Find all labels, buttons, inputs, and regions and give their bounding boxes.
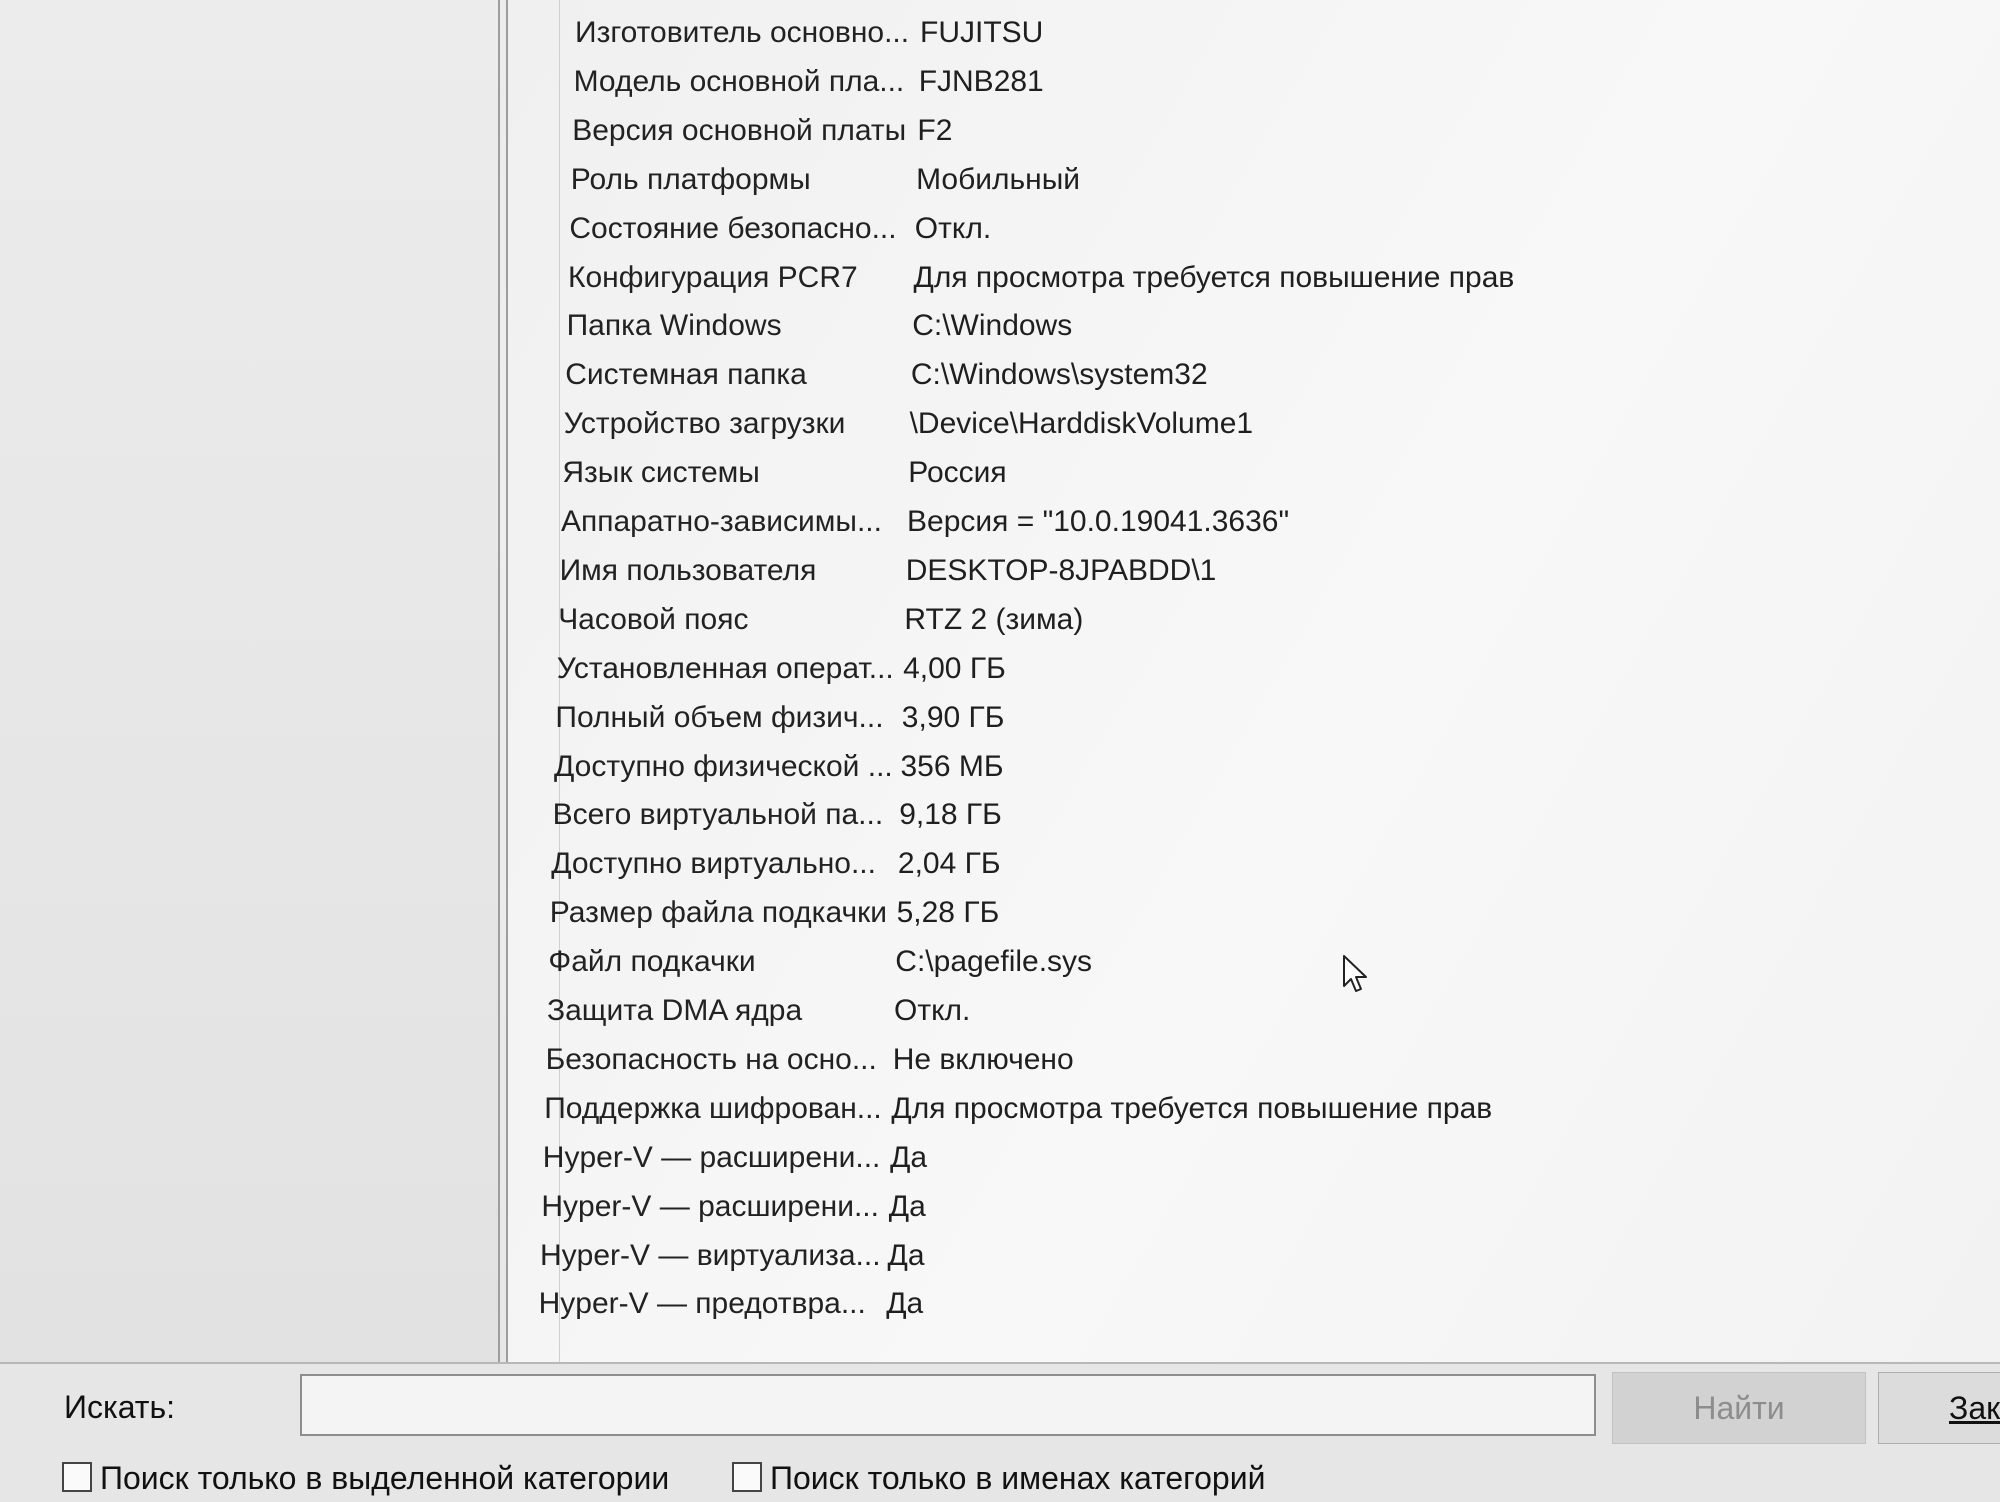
summary-item-name: Версия основной платы: [572, 113, 907, 147]
summary-item-value: Да: [888, 1189, 926, 1223]
summary-row[interactable]: Полный объем физич... 3,90 ГБ: [508, 693, 2000, 743]
summary-item-value: RTZ 2 (зима): [904, 602, 1084, 636]
summary-row[interactable]: Конфигурация PCR7 Для просмотра требуется…: [508, 253, 2000, 303]
mouse-pointer-icon: [1343, 955, 1367, 992]
summary-row[interactable]: Hyper-V — предотвра... Да: [508, 1279, 2000, 1329]
summary-row[interactable]: Безопасность на осно... Не включено: [508, 1035, 2000, 1085]
option-label: Поиск только в именах категорий: [770, 1460, 1266, 1496]
summary-item-value: Для просмотра требуется повышение прав: [891, 1091, 1493, 1125]
summary-item-name: Hyper-V — предотвра...: [538, 1287, 866, 1321]
summary-item-name: Имя пользователя: [559, 553, 817, 587]
summary-item-name: Системная папка: [565, 358, 807, 392]
summary-row[interactable]: Изготовитель основно... FUJITSU: [508, 8, 2000, 58]
summary-row[interactable]: Папка Windows C:\Windows: [508, 301, 2000, 351]
find-button[interactable]: Найти: [1612, 1372, 1866, 1444]
summary-item-name: Полный объем физич...: [555, 700, 884, 734]
summary-item-value: Да: [886, 1287, 924, 1321]
summary-item-value: C:\Windows: [912, 309, 1073, 343]
search-selected-category-option[interactable]: Поиск только в выделенной категории: [62, 1456, 669, 1500]
summary-item-name: Hyper-V — расширени...: [541, 1189, 879, 1223]
summary-item-name: Защита DMA ядра: [547, 994, 803, 1027]
summary-row[interactable]: Всего виртуальной па... 9,18 ГБ: [508, 790, 2000, 840]
summary-item-name: Конфигурация PCR7: [568, 260, 858, 294]
summary-item-name: Установленная операт...: [556, 651, 894, 685]
summary-item-name: Доступно физической ...: [554, 749, 893, 783]
summary-item-value: 4,00 ГБ: [903, 651, 1006, 685]
summary-item-value: Мобильный: [916, 162, 1081, 196]
summary-item-name: Аппаратно-зависимы...: [561, 505, 882, 538]
summary-item-name: Часовой пояс: [558, 602, 749, 636]
summary-row[interactable]: Доступно виртуально... 2,04 ГБ: [508, 839, 2000, 889]
summary-row[interactable]: Язык системы Россия: [508, 448, 2000, 498]
summary-row[interactable]: Hyper-V — расширени... Да: [508, 1133, 2000, 1183]
search-bar: Искать: Найти Зак Поиск только в выделен…: [0, 1362, 2000, 1502]
summary-item-name: Всего виртуальной па...: [552, 798, 884, 832]
summary-item-name: Изготовитель основно...: [575, 16, 910, 49]
summary-row[interactable]: Файл подкачки C:\pagefile.sys: [508, 937, 2000, 987]
summary-item-value: FUJITSU: [920, 16, 1044, 49]
summary-item-name: Папка Windows: [566, 309, 782, 343]
summary-item-name: Роль платформы: [570, 162, 811, 196]
search-category-names-option[interactable]: Поиск только в именах категорий: [732, 1456, 1265, 1500]
summary-item-value: Откл.: [914, 211, 992, 245]
summary-item-value: 3,90 ГБ: [901, 700, 1005, 734]
summary-item-value: 9,18 ГБ: [899, 798, 1002, 832]
summary-item-name: Hyper-V — расширени...: [542, 1140, 881, 1174]
summary-item-name: Размер файла подкачки: [549, 896, 887, 930]
summary-row[interactable]: Системная папка C:\Windows\system32: [508, 350, 2000, 400]
checkbox-icon[interactable]: [732, 1462, 762, 1492]
summary-item-value: Версия = "10.0.19041.3636": [907, 505, 1290, 538]
summary-item-name: Устройство загрузки: [563, 407, 846, 441]
summary-item-name: Безопасность на осно...: [545, 1042, 877, 1076]
summary-item-name: Доступно виртуально...: [551, 847, 876, 881]
checkbox-icon[interactable]: [62, 1462, 92, 1492]
summary-item-name: Hyper-V — виртуализа...: [540, 1238, 881, 1272]
summary-item-name: Язык системы: [562, 456, 760, 490]
category-tree-pane[interactable]: [0, 0, 500, 1362]
summary-row[interactable]: Имя пользователя DESKTOP-8JPABDD\1: [508, 546, 2000, 596]
summary-row[interactable]: Состояние безопасно... Откл.: [508, 204, 2000, 254]
summary-item-value: Да: [890, 1140, 928, 1174]
option-label: Поиск только в выделенной категории: [100, 1460, 670, 1496]
summary-row[interactable]: Установленная операт... 4,00 ГБ: [508, 644, 2000, 694]
summary-row[interactable]: Защита DMA ядра Откл.: [508, 986, 2000, 1036]
summary-row[interactable]: Модель основной пла... FJNB281: [508, 57, 2000, 107]
summary-row[interactable]: Устройство загрузки \Device\HarddiskVolum…: [508, 399, 2000, 449]
summary-item-value: DESKTOP-8JPABDD\1: [905, 553, 1217, 587]
summary-item-value: 356 МБ: [900, 749, 1004, 783]
summary-item-value: Откл.: [894, 994, 971, 1027]
summary-item-name: Файл подкачки: [548, 945, 756, 979]
search-input[interactable]: [300, 1374, 1596, 1436]
summary-row[interactable]: Hyper-V — расширени... Да: [508, 1182, 2000, 1232]
summary-item-value: Да: [887, 1238, 925, 1272]
summary-item-value: Россия: [908, 456, 1007, 490]
summary-item-name: Поддержка шифрован...: [544, 1091, 882, 1125]
summary-item-value: FJNB281: [918, 64, 1044, 98]
summary-item-value: 2,04 ГБ: [897, 847, 1001, 881]
search-label: Искать:: [64, 1389, 176, 1425]
summary-item-value: C:\Windows\system32: [910, 358, 1208, 392]
summary-row[interactable]: Роль платформы Мобильный: [508, 155, 2000, 205]
summary-item-value: 5,28 ГБ: [896, 896, 1000, 930]
summary-item-value: Не включено: [892, 1042, 1074, 1076]
summary-row[interactable]: Версия основной платы F2: [508, 106, 2000, 156]
system-summary-list[interactable]: Изготовитель основно... FUJITSU Модель осн…: [506, 0, 2000, 1362]
summary-row[interactable]: Размер файла подкачки 5,28 ГБ: [508, 888, 2000, 938]
summary-item-value: C:\pagefile.sys: [895, 945, 1093, 979]
summary-item-value: \Device\HarddiskVolume1: [909, 407, 1254, 441]
summary-item-value: Для просмотра требуется повышение прав: [913, 260, 1515, 294]
summary-row[interactable]: Доступно физической ... 356 МБ: [508, 742, 2000, 792]
summary-item-value: F2: [917, 113, 953, 147]
summary-row[interactable]: Hyper-V — виртуализа... Да: [508, 1231, 2000, 1281]
summary-row[interactable]: Поддержка шифрован... Для просмотра требу…: [508, 1084, 2000, 1134]
summary-item-name: Модель основной пла...: [573, 64, 905, 98]
summary-row[interactable]: Аппаратно-зависимы... Версия = "10.0.1904…: [508, 497, 2000, 547]
close-find-button[interactable]: Зак: [1878, 1372, 2000, 1444]
summary-item-name: Состояние безопасно...: [569, 211, 897, 245]
summary-row[interactable]: Часовой пояс RTZ 2 (зима): [508, 595, 2000, 645]
